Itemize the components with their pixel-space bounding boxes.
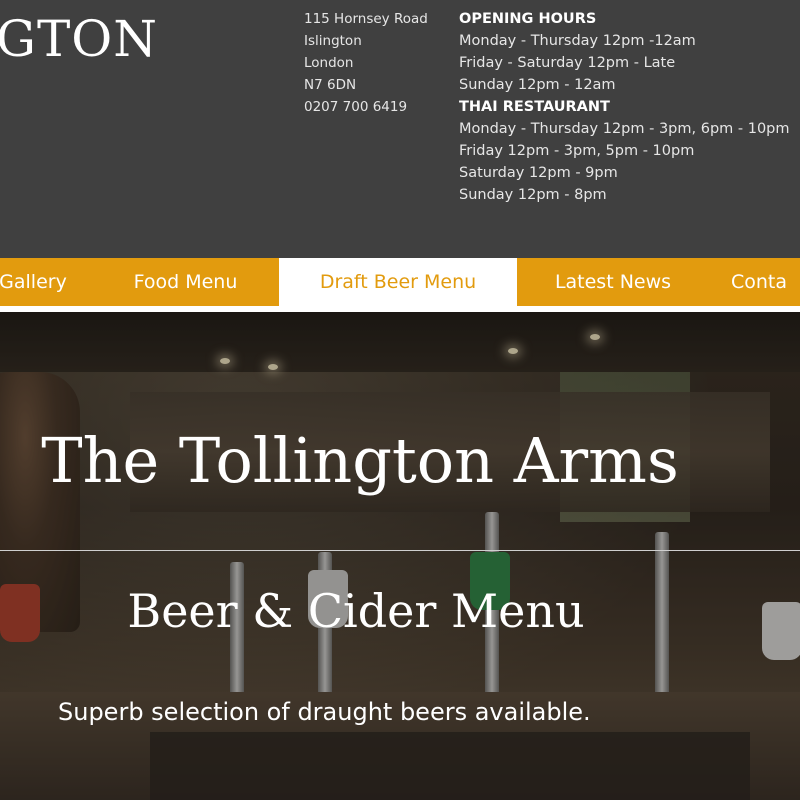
hero-title: The Tollington Arms <box>41 424 679 497</box>
photo-overlay <box>0 312 800 800</box>
address-block: 115 Hornsey Road Islington London N7 6DN… <box>304 8 454 118</box>
hero-divider <box>0 550 800 551</box>
phone-number[interactable]: 0207 700 6419 <box>304 96 454 118</box>
site-header: GTON 115 Hornsey Road Islington London N… <box>0 0 800 258</box>
nav-item-draft-beer-menu[interactable]: Draft Beer Menu <box>279 258 517 306</box>
opening-hours-line: Sunday 12pm - 12am <box>459 77 616 93</box>
address-postcode: N7 6DN <box>304 77 357 93</box>
nav-item-contact[interactable]: Conta <box>731 258 800 306</box>
main-nav: Gallery Food Menu Draft Beer Menu Latest… <box>0 258 800 306</box>
nav-item-latest-news[interactable]: Latest News <box>531 258 695 306</box>
opening-hours-heading: OPENING HOURS <box>459 11 597 27</box>
nav-item-food-menu[interactable]: Food Menu <box>108 258 263 306</box>
hero-description: Superb selection of draught beers availa… <box>58 698 591 726</box>
opening-hours-line: Monday - Thursday 12pm -12am <box>459 33 696 49</box>
nav-item-gallery[interactable]: Gallery <box>0 258 78 306</box>
thai-hours-line: Saturday 12pm - 9pm <box>459 165 618 181</box>
address-street: 115 Hornsey Road <box>304 11 428 27</box>
address-city: London <box>304 55 354 71</box>
opening-hours-line: Friday - Saturday 12pm - Late <box>459 55 676 71</box>
thai-hours-line: Sunday 12pm - 8pm <box>459 187 607 203</box>
hero-subtitle: Beer & Cider Menu <box>127 584 585 638</box>
hero-banner: The Tollington Arms Beer & Cider Menu Su… <box>0 312 800 800</box>
address-area: Islington <box>304 33 362 49</box>
thai-restaurant-heading: THAI RESTAURANT <box>459 99 610 115</box>
thai-hours-line: Friday 12pm - 3pm, 5pm - 10pm <box>459 143 695 159</box>
thai-hours-line: Monday - Thursday 12pm - 3pm, 6pm - 10pm <box>459 121 790 137</box>
hours-block: OPENING HOURS Monday - Thursday 12pm -12… <box>459 8 800 206</box>
site-logo[interactable]: GTON <box>0 14 158 64</box>
